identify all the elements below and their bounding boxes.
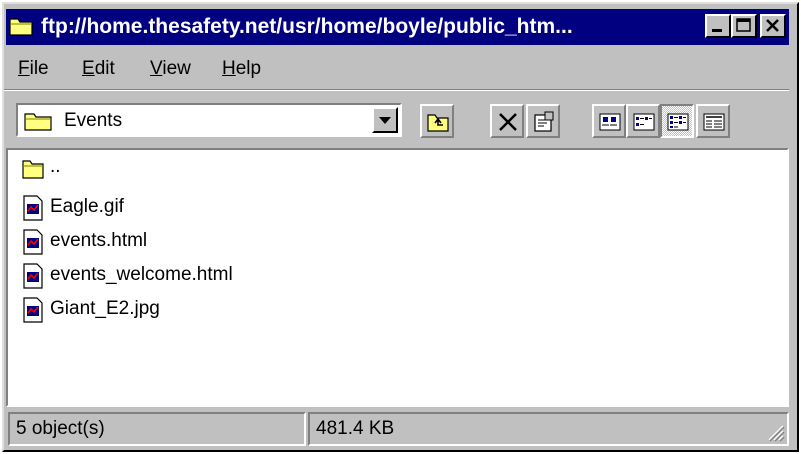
close-button[interactable] <box>760 14 786 38</box>
large-icons-button[interactable] <box>592 104 626 138</box>
small-icons-icon <box>633 113 655 131</box>
list-button[interactable] <box>660 104 694 138</box>
chevron-down-icon <box>379 117 391 124</box>
delete-button[interactable] <box>490 104 524 138</box>
large-icons-icon <box>599 113 621 131</box>
address-combo[interactable]: Events <box>16 103 402 137</box>
folder-icon <box>9 18 33 36</box>
status-objects: 5 object(s) <box>8 412 306 446</box>
status-total-size: 481.4 KB <box>316 418 395 439</box>
minimize-icon <box>712 29 722 32</box>
menu-edit[interactable]: Edit <box>82 58 115 80</box>
address-dropdown-button[interactable] <box>372 107 398 133</box>
up-one-level-button[interactable] <box>420 104 454 138</box>
file-icon <box>23 297 43 323</box>
toolbar: Events <box>6 95 789 145</box>
delete-icon <box>499 113 517 131</box>
menu-bar: File Edit View Help <box>6 51 789 85</box>
file-name: .. <box>50 156 61 177</box>
resize-grip-icon[interactable] <box>765 422 785 442</box>
file-icon <box>23 195 43 221</box>
properties-button[interactable] <box>526 104 560 138</box>
close-icon <box>766 19 779 32</box>
maximize-icon <box>736 18 751 32</box>
list-view-icon <box>667 113 689 131</box>
menu-view[interactable]: View <box>150 58 191 80</box>
status-object-count: 5 object(s) <box>16 418 105 439</box>
details-view-icon <box>703 113 725 131</box>
address-value: Events <box>64 110 123 131</box>
folder-up-icon <box>427 114 449 132</box>
details-button[interactable] <box>696 104 730 138</box>
file-icon <box>23 263 43 289</box>
status-size: 481.4 KB <box>308 412 789 446</box>
window-title: ftp://home.thesafety.net/usr/home/boyle/… <box>41 15 573 38</box>
file-name: events_welcome.html <box>50 264 233 285</box>
menu-file[interactable]: File <box>18 58 49 80</box>
folder-icon <box>24 113 52 131</box>
minimize-button[interactable] <box>705 14 731 38</box>
file-name: events.html <box>50 230 148 251</box>
menu-help[interactable]: Help <box>222 58 261 80</box>
menu-separator <box>4 89 789 91</box>
title-bar[interactable]: ftp://home.thesafety.net/usr/home/boyle/… <box>6 9 789 45</box>
file-name: Giant_E2.jpg <box>50 298 160 319</box>
properties-icon <box>534 111 554 132</box>
file-icon <box>23 229 43 255</box>
small-icons-button[interactable] <box>626 104 660 138</box>
folder-icon <box>22 160 44 179</box>
file-list[interactable]: .. Eagle.gif events.html events_welcome.… <box>6 148 789 407</box>
maximize-button[interactable] <box>731 14 757 38</box>
file-name: Eagle.gif <box>50 196 124 217</box>
